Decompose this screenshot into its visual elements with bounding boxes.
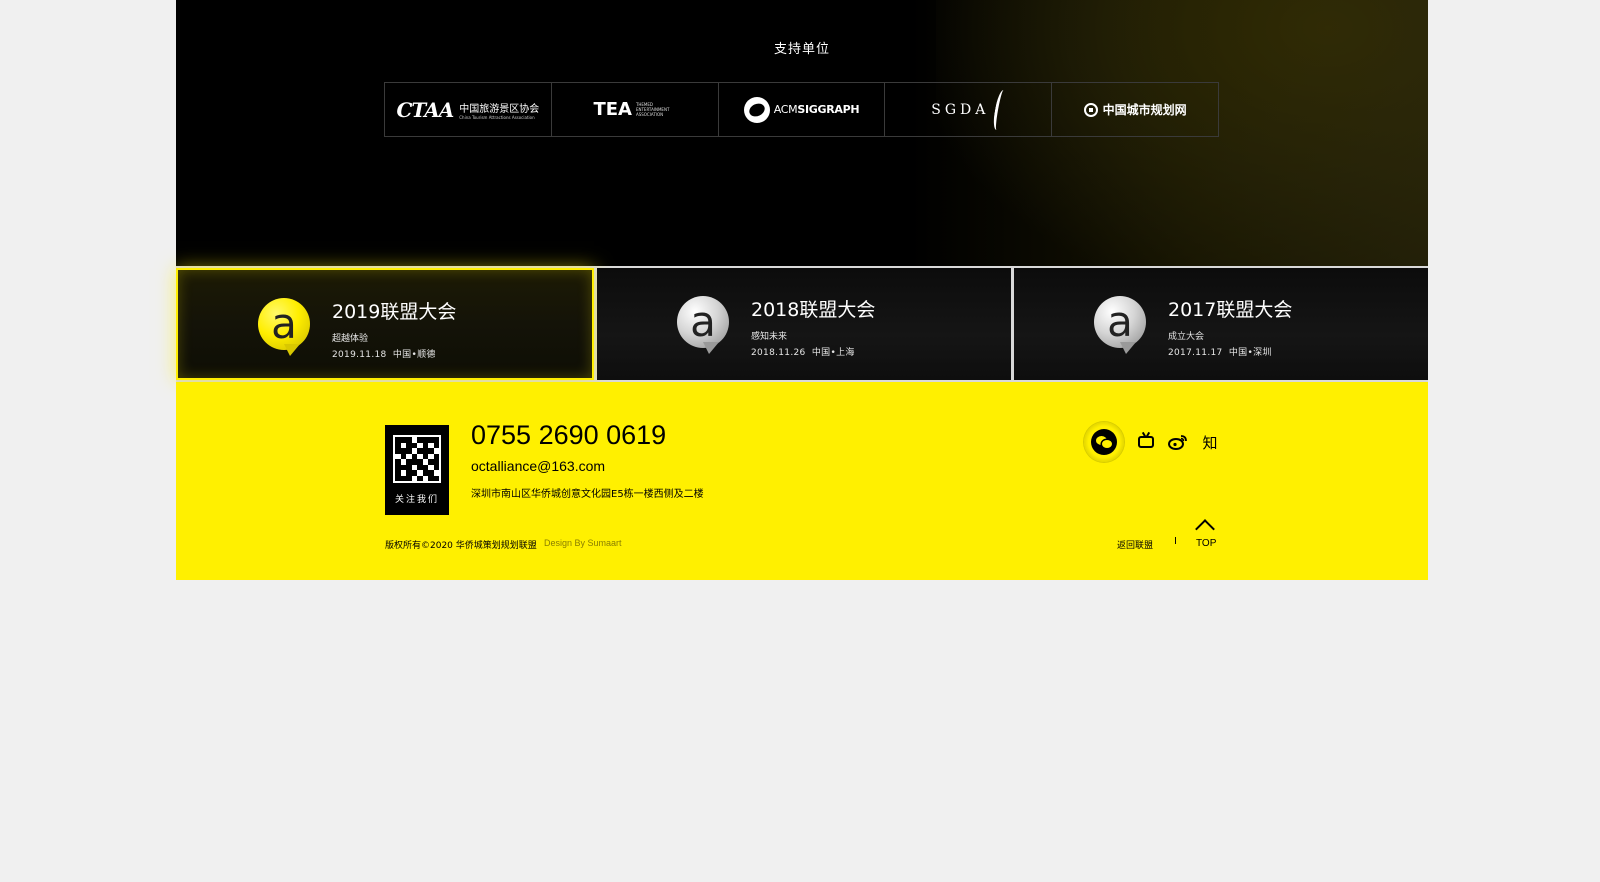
sponsors-section: 支持单位 CTAA 中国旅游景区协会 China Tourism Attract…: [176, 0, 1428, 266]
alliance-bubble-icon: a: [1094, 296, 1146, 354]
conference-title: 2019联盟大会: [332, 301, 457, 323]
back-to-alliance-link[interactable]: 返回联盟: [1117, 538, 1153, 551]
contact-email[interactable]: octalliance@163.com: [471, 458, 605, 474]
contact-address: 深圳市南山区华侨城创意文化园E5栋一楼西侧及二楼: [471, 489, 704, 500]
conference-subtitle: 成立大会: [1168, 332, 1205, 342]
conference-card-2017[interactable]: a 2017联盟大会 成立大会 2017.11.17 中国•深圳: [1014, 268, 1428, 380]
ctaa-logo-mark: CTAA: [396, 97, 455, 122]
conference-location: 中国•顺德: [392, 350, 436, 360]
site-footer: 关注我们 0755 2690 0619 octalliance@163.com …: [176, 382, 1428, 580]
back-to-top-label: TOP: [1196, 538, 1217, 549]
chevron-up-icon: [1195, 519, 1215, 539]
conference-card-2018[interactable]: a 2018联盟大会 感知未来 2018.11.26 中国•上海: [597, 268, 1011, 380]
qr-code-block: 关注我们: [385, 425, 449, 515]
design-credit-link[interactable]: Design By Sumaart: [544, 538, 622, 548]
qr-code-label: 关注我们: [394, 495, 439, 505]
conference-meta: 2017.11.17 中国•深圳: [1168, 345, 1272, 358]
sponsor-logo-ctaa[interactable]: CTAA 中国旅游景区协会 China Tourism Attractions …: [385, 83, 552, 136]
sponsor-logo-row: CTAA 中国旅游景区协会 China Tourism Attractions …: [384, 82, 1219, 137]
back-to-top-button[interactable]: TOP: [1195, 519, 1220, 552]
conference-meta: 2018.11.26 中国•上海: [751, 345, 855, 358]
ctaa-logo-text: 中国旅游景区协会: [459, 103, 540, 115]
conference-date: 2017.11.17: [1168, 348, 1223, 358]
urban-planning-logo-text: 中国城市规划网: [1102, 103, 1187, 117]
zhihu-icon: 知: [1202, 433, 1218, 452]
bilibili-icon: [1138, 436, 1154, 448]
sponsor-logo-sgda[interactable]: SGDA: [885, 83, 1053, 136]
alliance-bubble-icon: a: [258, 298, 310, 356]
conference-card-2019[interactable]: a 2019联盟大会 超越体验 2019.11.18 中国•顺德: [176, 268, 594, 380]
social-links: 知: [1084, 422, 1220, 462]
zhihu-button[interactable]: 知: [1200, 432, 1220, 452]
sponsor-logo-tea[interactable]: TEA THEMED ENTERTAINMENT ASSOCIATION: [552, 83, 719, 136]
weibo-button[interactable]: [1168, 432, 1188, 452]
alliance-bubble-icon: a: [677, 296, 729, 354]
sponsors-title: 支持单位: [773, 42, 830, 57]
contact-phone: 0755 2690 0619: [471, 420, 667, 450]
conference-subtitle: 感知未来: [751, 332, 788, 342]
conference-meta: 2019.11.18 中国•顺德: [332, 347, 436, 360]
conference-date: 2018.11.26: [751, 348, 806, 358]
qr-code-icon: [393, 435, 441, 483]
conference-title: 2017联盟大会: [1168, 299, 1293, 321]
conference-location: 中国•上海: [811, 348, 855, 358]
ctaa-logo-subtext: China Tourism Attractions Association: [459, 114, 535, 120]
footer-separator: I: [1174, 536, 1177, 547]
conference-subtitle: 超越体验: [332, 334, 369, 344]
conference-title: 2018联盟大会: [751, 299, 876, 321]
sgda-logo-icon: [991, 89, 1009, 130]
acm-siggraph-logo-icon: [743, 96, 770, 123]
bilibili-button[interactable]: [1136, 432, 1156, 452]
conference-date: 2019.11.18: [332, 350, 387, 360]
conference-list: a 2019联盟大会 超越体验 2019.11.18 中国•顺德 a 2018联…: [176, 266, 1428, 382]
sponsor-logo-china-urban-planning[interactable]: 中国城市规划网: [1052, 83, 1218, 136]
urban-planning-logo-icon: [1083, 102, 1098, 117]
tea-logo-mark: TEA: [593, 99, 632, 120]
sponsor-logo-acm-siggraph[interactable]: ACMSIGGRAPH: [719, 83, 886, 136]
sgda-logo-mark: SGDA: [931, 101, 990, 118]
conference-location: 中国•深圳: [1228, 348, 1272, 358]
wechat-button[interactable]: [1084, 422, 1124, 462]
siggraph-logo-bold: SIGGRAPH: [797, 103, 860, 116]
wechat-icon: [1091, 429, 1117, 455]
tea-logo-subtext: THEMED ENTERTAINMENT ASSOCIATION: [635, 102, 670, 117]
copyright-text: 版权所有©2020 华侨城策划规划联盟: [385, 541, 537, 551]
acm-logo-light: ACM: [773, 103, 798, 116]
page-wrapper: 支持单位 CTAA 中国旅游景区协会 China Tourism Attract…: [176, 0, 1428, 580]
weibo-icon: [1168, 435, 1187, 450]
